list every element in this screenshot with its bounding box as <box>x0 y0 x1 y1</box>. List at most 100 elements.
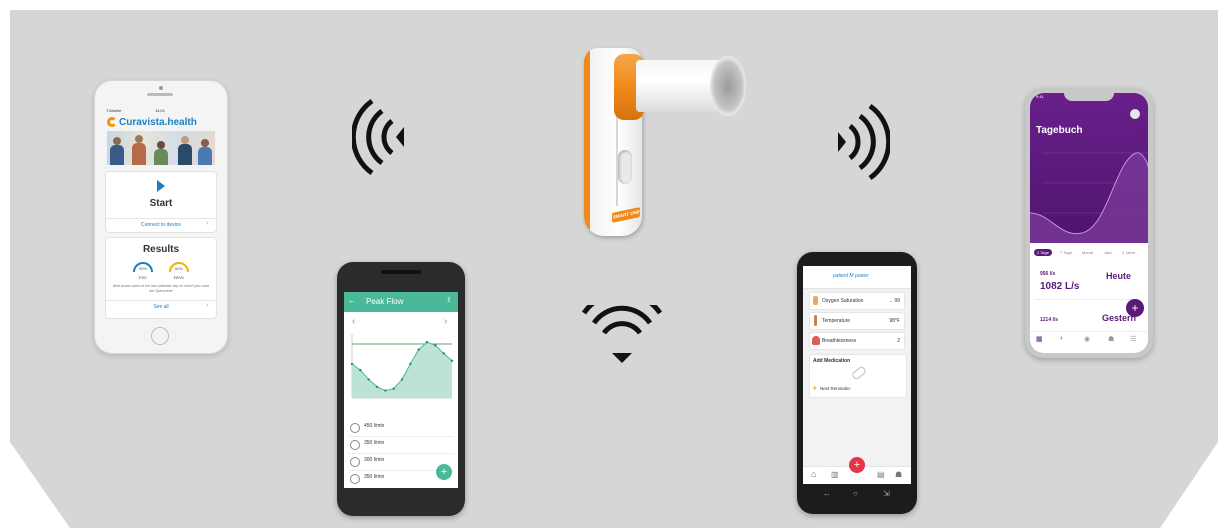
data-point-0 <box>350 362 354 366</box>
clipboard-icon[interactable]: ▤ <box>877 470 885 479</box>
add-medication-label: Add Medication <box>813 358 851 364</box>
data-point-5 <box>392 387 395 390</box>
chevron-right-icon: › <box>206 302 209 309</box>
curavista-screen: T-Mobile 14:01 Curavista.health Start Co… <box>103 107 219 321</box>
chevron-right-icon: › <box>206 220 209 227</box>
list-item-value: 350 l/min <box>364 474 385 480</box>
device-groove <box>616 116 618 206</box>
home-nav-icon[interactable]: ○ <box>853 489 858 498</box>
notch <box>1064 93 1114 101</box>
peak-flow-area <box>352 342 452 398</box>
phone-peakflow: ← Peak Flow ⇪ ‹ › 450 l/min 350 l/min 30… <box>337 262 465 516</box>
temperature-row[interactable]: Temperature 98°F <box>809 312 905 330</box>
pill-icon <box>851 365 867 381</box>
add-button[interactable]: + <box>849 457 865 473</box>
bottom-nav: ⌂ ▥ + ▤ ☗ <box>803 457 911 484</box>
range-tabs: 2 Tage 7 Tage Monat Jahr 2 Jahre <box>1030 247 1148 261</box>
chart-icon[interactable]: ▥ <box>831 470 839 479</box>
android-nav-bar: ← ○ ⇲ <box>803 486 911 506</box>
list-item-value: 300 l/min <box>364 457 385 463</box>
row-value: 98°F <box>889 318 900 324</box>
add-fab-button[interactable]: + <box>436 464 452 480</box>
gauge-icon <box>350 440 360 450</box>
people-icon[interactable]: ☗ <box>895 470 902 479</box>
results-title: Results <box>142 244 180 255</box>
data-point-11 <box>442 352 445 355</box>
phone-tagebuch: 9:41 Tagebuch 2 Tage 7 Tage Monat Jahr 2… <box>1025 88 1153 358</box>
diary-icon[interactable]: ▦ <box>1036 335 1043 343</box>
peak-flow-title: Peak Flow <box>366 297 404 306</box>
device-slot <box>618 150 632 184</box>
recent-apps-icon[interactable]: ⇲ <box>883 489 890 498</box>
divider <box>106 218 216 219</box>
chevron-left-icon[interactable]: ‹ <box>352 316 355 327</box>
data-point-6 <box>400 378 404 381</box>
chevron-right-icon[interactable]: › <box>444 316 447 327</box>
status-carrier: T-Mobile <box>106 108 122 113</box>
wireless-signal-down-icon <box>581 305 663 363</box>
results-card[interactable]: Results 90% FVC 82% FEV1 Best blown valu… <box>105 237 217 319</box>
connect-device-link[interactable]: Connect to device <box>106 222 216 228</box>
entry-small-value: 1214 l/s <box>1040 317 1059 323</box>
play-icon <box>157 180 165 192</box>
tab-monat[interactable]: Monat <box>1082 250 1093 255</box>
phone-speaker <box>147 93 173 96</box>
data-point-2 <box>367 378 370 381</box>
row-label: Oxygen Saturation <box>822 298 864 304</box>
home-button[interactable] <box>151 327 169 345</box>
mpower-screen: patient M power Oxygen Saturation → 99 T… <box>803 266 911 484</box>
entry-today[interactable]: 956 l/s 1082 L/s Heute <box>1034 265 1144 300</box>
data-point-8 <box>417 348 420 351</box>
gauge-fvc-label: FVC <box>139 275 147 280</box>
curavista-logo-text: Curavista.health <box>119 117 197 128</box>
tab-7-tage[interactable]: 7 Tage <box>1060 250 1072 255</box>
tab-2-jahre[interactable]: 2 Jahre <box>1122 250 1135 255</box>
settings-icon[interactable]: ☰ <box>1130 335 1136 343</box>
tab-2-tage[interactable]: 2 Tage <box>1034 249 1052 256</box>
list-item[interactable]: 450 l/min <box>348 420 454 437</box>
add-fab-button[interactable]: + <box>1126 299 1144 317</box>
tab-jahr[interactable]: Jahr <box>1104 250 1112 255</box>
oxygen-row[interactable]: Oxygen Saturation → 99 <box>809 292 905 310</box>
breathlessness-row[interactable]: Breathlessness 2 <box>809 332 905 350</box>
mpower-logo: patient M power <box>833 273 869 279</box>
pill-icon[interactable]: ◐ <box>1060 335 1064 342</box>
phone-camera <box>159 86 163 90</box>
start-title: Start <box>149 198 173 209</box>
see-all-link[interactable]: See all <box>106 304 216 310</box>
list-item-value: 450 l/min <box>364 423 385 429</box>
people-icon[interactable]: ☗ <box>1108 335 1114 343</box>
back-icon[interactable]: ← <box>823 489 831 498</box>
wireless-signal-left-icon <box>352 98 404 176</box>
entry-small-value: 956 l/s <box>1040 271 1056 277</box>
medication-card[interactable]: Add Medication ★ Next Reminder: <box>809 354 907 398</box>
composition: T-Mobile 14:01 Curavista.health Start Co… <box>0 0 1228 528</box>
gauge-icon <box>350 423 360 433</box>
oxygen-icon <box>813 296 818 305</box>
list-item[interactable]: 350 l/min <box>348 437 454 454</box>
data-point-4 <box>384 389 387 392</box>
app-bar: ← Peak Flow ⇪ <box>344 292 458 312</box>
star-icon: ★ <box>812 386 818 392</box>
data-point-12 <box>450 359 454 362</box>
curavista-logo-icon <box>107 117 117 127</box>
row-label: Temperature <box>822 318 851 324</box>
avatar[interactable] <box>1130 109 1140 119</box>
tagebuch-screen: 9:41 Tagebuch 2 Tage 7 Tage Monat Jahr 2… <box>1030 93 1148 353</box>
page-title: Tagebuch <box>1036 125 1083 136</box>
mouthpiece-opening <box>710 56 746 116</box>
back-arrow-icon[interactable]: ← <box>348 296 356 305</box>
profile-icon[interactable]: ◉ <box>1084 335 1090 343</box>
start-card[interactable]: Start Connect to device › <box>105 171 217 233</box>
share-icon[interactable]: ⇪ <box>446 296 452 304</box>
data-point-1 <box>359 368 362 372</box>
spirometer-device: SMART ONE <box>578 40 748 240</box>
data-point-9 <box>425 341 429 344</box>
gauge-fev1-label: FEV1 <box>173 275 184 280</box>
status-time: 14:01 <box>155 108 166 113</box>
home-icon[interactable]: ⌂ <box>811 469 816 479</box>
results-caption: Best blown value of the last calendar da… <box>112 284 210 293</box>
status-time: 9:41 <box>1036 94 1044 99</box>
entry-big-value: 1082 L/s <box>1040 281 1080 292</box>
tagebuch-chart <box>1030 152 1148 243</box>
